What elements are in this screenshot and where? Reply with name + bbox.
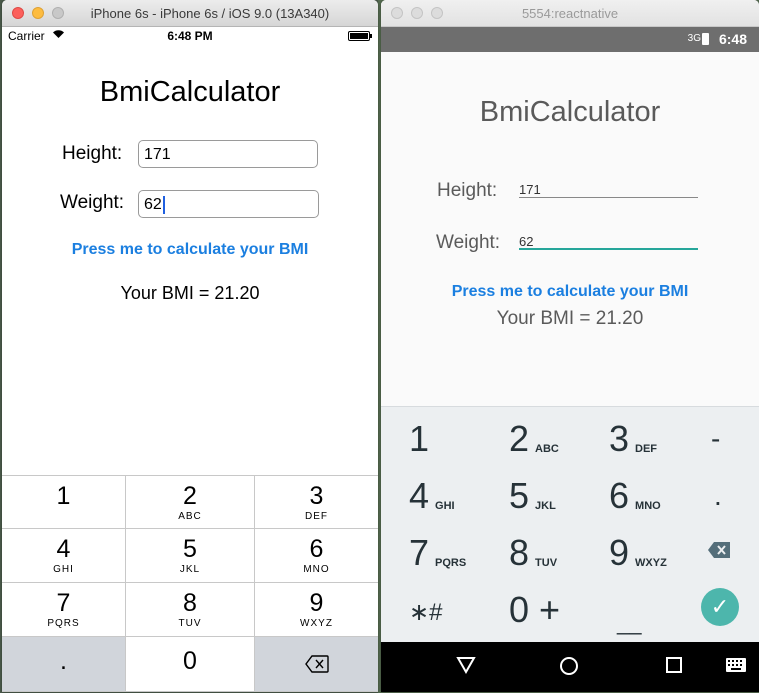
android-status-time: 6:48 xyxy=(718,31,747,47)
android-numeric-keypad: 1 2 ABC 3 DEF - 4 GHI 5 JKL 6 MNO . 7 PQRS 8 TU… xyxy=(381,406,759,643)
height-input[interactable]: 171 xyxy=(519,176,698,198)
key-7[interactable]: 7 PQRS xyxy=(409,533,466,573)
key-star-hash[interactable]: ∗# xyxy=(409,593,442,633)
backspace-key[interactable] xyxy=(255,637,378,692)
calculate-bmi-button[interactable]: Press me to calculate your BMI xyxy=(381,283,759,301)
key-2[interactable]: 2 ABC xyxy=(509,419,559,459)
android-window-title: 5554:reactnative xyxy=(521,6,619,21)
bmi-result: Your BMI = 21.20 xyxy=(120,283,260,303)
key-8[interactable]: 8 TUV xyxy=(126,583,255,637)
recents-icon[interactable] xyxy=(661,656,687,679)
height-label: Height: xyxy=(437,180,498,201)
network-indicator: 3G xyxy=(687,33,701,44)
ios-status-time: 6:48 PM xyxy=(167,29,213,43)
ios-numeric-keypad: 1 2 ABC 3 DEF 4 GHI 5 JKL 6 MNO 7 PQRS 8 TUV 9W… xyxy=(2,475,378,692)
ios-window-titlebar[interactable]: iPhone 6s - iPhone 6s / iOS 9.0 (13A340) xyxy=(2,0,378,27)
key-9[interactable]: 9 WXYZ xyxy=(255,583,378,637)
key-decimal[interactable]: . xyxy=(2,637,126,692)
weight-label: Weight: xyxy=(436,232,501,253)
keyboard-icon[interactable] xyxy=(723,656,749,678)
android-status-bar: 3G 6:48 xyxy=(381,27,759,52)
weight-label: Weight: xyxy=(60,192,125,213)
key-0[interactable]: 0 xyxy=(126,637,255,692)
weight-input-value: 62 xyxy=(519,234,534,249)
key-2[interactable]: 2 ABC xyxy=(126,475,255,529)
height-input-value: 171 xyxy=(144,146,171,163)
height-label: Height: xyxy=(62,143,123,164)
backspace-icon xyxy=(304,655,329,678)
key-7[interactable]: 7 PQRS xyxy=(2,583,126,637)
key-3[interactable]: 3 DEF xyxy=(609,419,657,459)
key-0-plus[interactable]: 0 + xyxy=(509,590,560,630)
app-title: BmiCalculator xyxy=(479,96,661,128)
key-4[interactable]: 4 GHI xyxy=(2,529,126,583)
key-6[interactable]: 6 MNO xyxy=(255,529,378,583)
key-4[interactable]: 4 GHI xyxy=(409,476,455,516)
check-icon: ✓ xyxy=(710,594,730,619)
weight-input-value: 62 xyxy=(144,196,162,213)
battery-icon xyxy=(348,31,372,41)
android-window-titlebar[interactable]: 5554:reactnative xyxy=(381,0,759,27)
key-3[interactable]: 3 DEF xyxy=(255,475,378,529)
android-navigation-bar xyxy=(381,642,759,692)
app-title: BmiCalculator xyxy=(99,76,281,108)
bmi-result: Your BMI = 21.20 xyxy=(496,308,644,329)
height-input-value: 171 xyxy=(519,182,541,197)
key-1[interactable]: 1 xyxy=(2,475,126,529)
key-5[interactable]: 5 JKL xyxy=(509,476,556,516)
key-1[interactable]: 1 xyxy=(409,419,429,459)
key-6[interactable]: 6 MNO xyxy=(609,476,661,516)
key-8[interactable]: 8 TUV xyxy=(509,533,557,573)
backspace-key[interactable] xyxy=(707,541,731,564)
weight-input[interactable]: 62 xyxy=(519,228,698,250)
ios-window-title: iPhone 6s - iPhone 6s / iOS 9.0 (13A340) xyxy=(90,6,330,21)
height-input[interactable]: 171 xyxy=(138,140,318,168)
done-button[interactable]: ✓ xyxy=(701,588,739,626)
battery-icon xyxy=(702,33,709,45)
key-9[interactable]: 9 WXYZ xyxy=(609,533,667,573)
text-caret xyxy=(162,195,165,214)
ios-status-bar: Carrier 6:48 PM xyxy=(2,27,378,45)
key-5[interactable]: 5 JKL xyxy=(126,529,255,583)
android-emulator-window: 5554:reactnative 3G 6:48 BmiCalculator H… xyxy=(381,0,759,692)
weight-input[interactable]: 62 xyxy=(138,190,319,218)
backspace-icon xyxy=(707,542,731,563)
back-icon[interactable] xyxy=(453,656,479,679)
key-decimal[interactable]: . xyxy=(714,476,722,516)
ios-simulator-window: iPhone 6s - iPhone 6s / iOS 9.0 (13A340)… xyxy=(2,0,378,692)
calculate-bmi-button[interactable]: Press me to calculate your BMI xyxy=(2,241,378,259)
home-icon[interactable] xyxy=(556,656,582,681)
key-space[interactable]: __ xyxy=(617,603,641,643)
key-minus[interactable]: - xyxy=(711,419,720,459)
